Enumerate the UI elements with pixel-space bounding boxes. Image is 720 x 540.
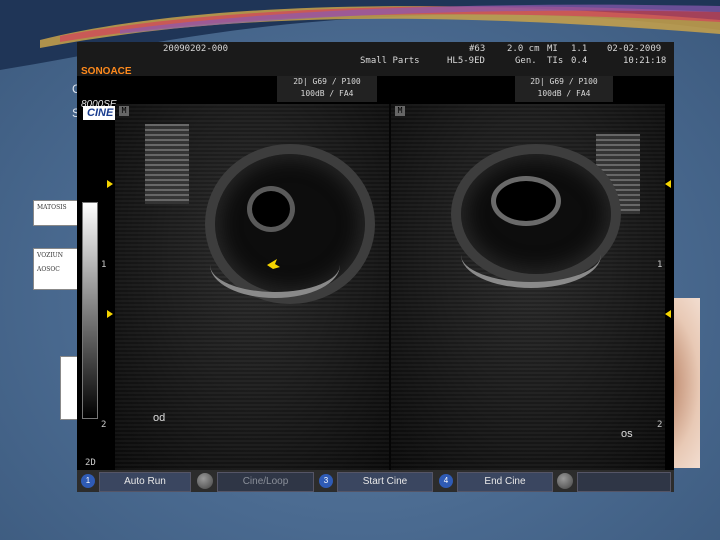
os-label: os bbox=[621, 428, 633, 440]
params-right: 2D| G69 / P100 100dB / FA4 bbox=[515, 76, 613, 102]
params-left-line2: 100dB / FA4 bbox=[300, 89, 354, 98]
start-cine-button[interactable]: Start Cine bbox=[337, 472, 433, 492]
tis-label: TIs bbox=[547, 56, 564, 66]
preset-name: Small Parts bbox=[360, 56, 420, 66]
mi-label: MI bbox=[547, 44, 558, 54]
eye-lens bbox=[247, 186, 295, 232]
depth-value: 2.0 cm bbox=[507, 44, 540, 54]
right-eye-scan: os bbox=[391, 104, 665, 476]
grayscale-bar bbox=[82, 202, 98, 419]
tis-value: 0.4 bbox=[571, 56, 588, 66]
reverb-artifact bbox=[145, 124, 189, 204]
focus-marker-icon bbox=[107, 180, 113, 188]
knob-icon[interactable] bbox=[197, 473, 213, 489]
auto-run-button[interactable]: Auto Run bbox=[99, 472, 191, 492]
slide-text-fragment: MATOSIS bbox=[33, 200, 79, 226]
frame-number: #63 bbox=[469, 44, 486, 54]
knob-icon[interactable] bbox=[557, 473, 573, 489]
study-id: 20090202-000 bbox=[163, 44, 229, 54]
eye-lens bbox=[491, 176, 561, 226]
depth-mark-1-right: 1 bbox=[657, 260, 663, 270]
cine-toolbar: 1 Auto Run 2 Cine/Loop 3 Start Cine 4 En… bbox=[77, 470, 674, 492]
slide-text-fragment: VOZIUN AOSOC bbox=[33, 248, 79, 290]
gain-label: Gen. bbox=[515, 56, 537, 66]
depth-mark-1-left: 1 bbox=[101, 260, 107, 270]
focus-marker-icon bbox=[665, 310, 671, 318]
cine-badge: CINE bbox=[83, 106, 118, 120]
focus-marker-icon bbox=[665, 180, 671, 188]
left-eye-scan: od bbox=[115, 104, 389, 476]
depth-mark-2-left: 2 bbox=[101, 420, 107, 430]
pointer-arrow-icon bbox=[267, 259, 280, 269]
softkey-4-number: 4 bbox=[439, 474, 453, 488]
mode-label: 2D bbox=[85, 458, 96, 468]
cine-loop-button[interactable]: Cine/Loop bbox=[217, 472, 314, 492]
time-display: 10:21:18 bbox=[623, 56, 667, 66]
params-left: 2D| G69 / P100 100dB / FA4 bbox=[277, 76, 377, 102]
od-label: od bbox=[153, 412, 166, 424]
date-display: 02-02-2009 bbox=[607, 44, 662, 54]
mi-value: 1.1 bbox=[571, 44, 588, 54]
m-marker-left: M bbox=[119, 106, 129, 116]
params-right-line1: 2D| G69 / P100 bbox=[530, 77, 598, 86]
params-right-line2: 100dB / FA4 bbox=[537, 89, 591, 98]
ultrasound-image-area: od os bbox=[115, 104, 665, 476]
posterior-wall bbox=[461, 222, 601, 288]
m-marker-right: M bbox=[395, 106, 405, 116]
end-cine-button[interactable]: End Cine bbox=[457, 472, 553, 492]
header-bar: SONOACE 8000SE 20090202-000 Small Parts … bbox=[77, 42, 674, 110]
ultrasound-screen: SONOACE 8000SE 20090202-000 Small Parts … bbox=[77, 42, 674, 492]
focus-marker-icon bbox=[107, 310, 113, 318]
softkey-3-number: 3 bbox=[319, 474, 333, 488]
probe-name: HL5-9ED bbox=[447, 56, 485, 66]
blank-softkey[interactable] bbox=[577, 472, 671, 492]
softkey-1-number: 1 bbox=[81, 474, 95, 488]
params-left-line1: 2D| G69 / P100 bbox=[293, 77, 361, 86]
depth-mark-2-right: 2 bbox=[657, 420, 663, 430]
